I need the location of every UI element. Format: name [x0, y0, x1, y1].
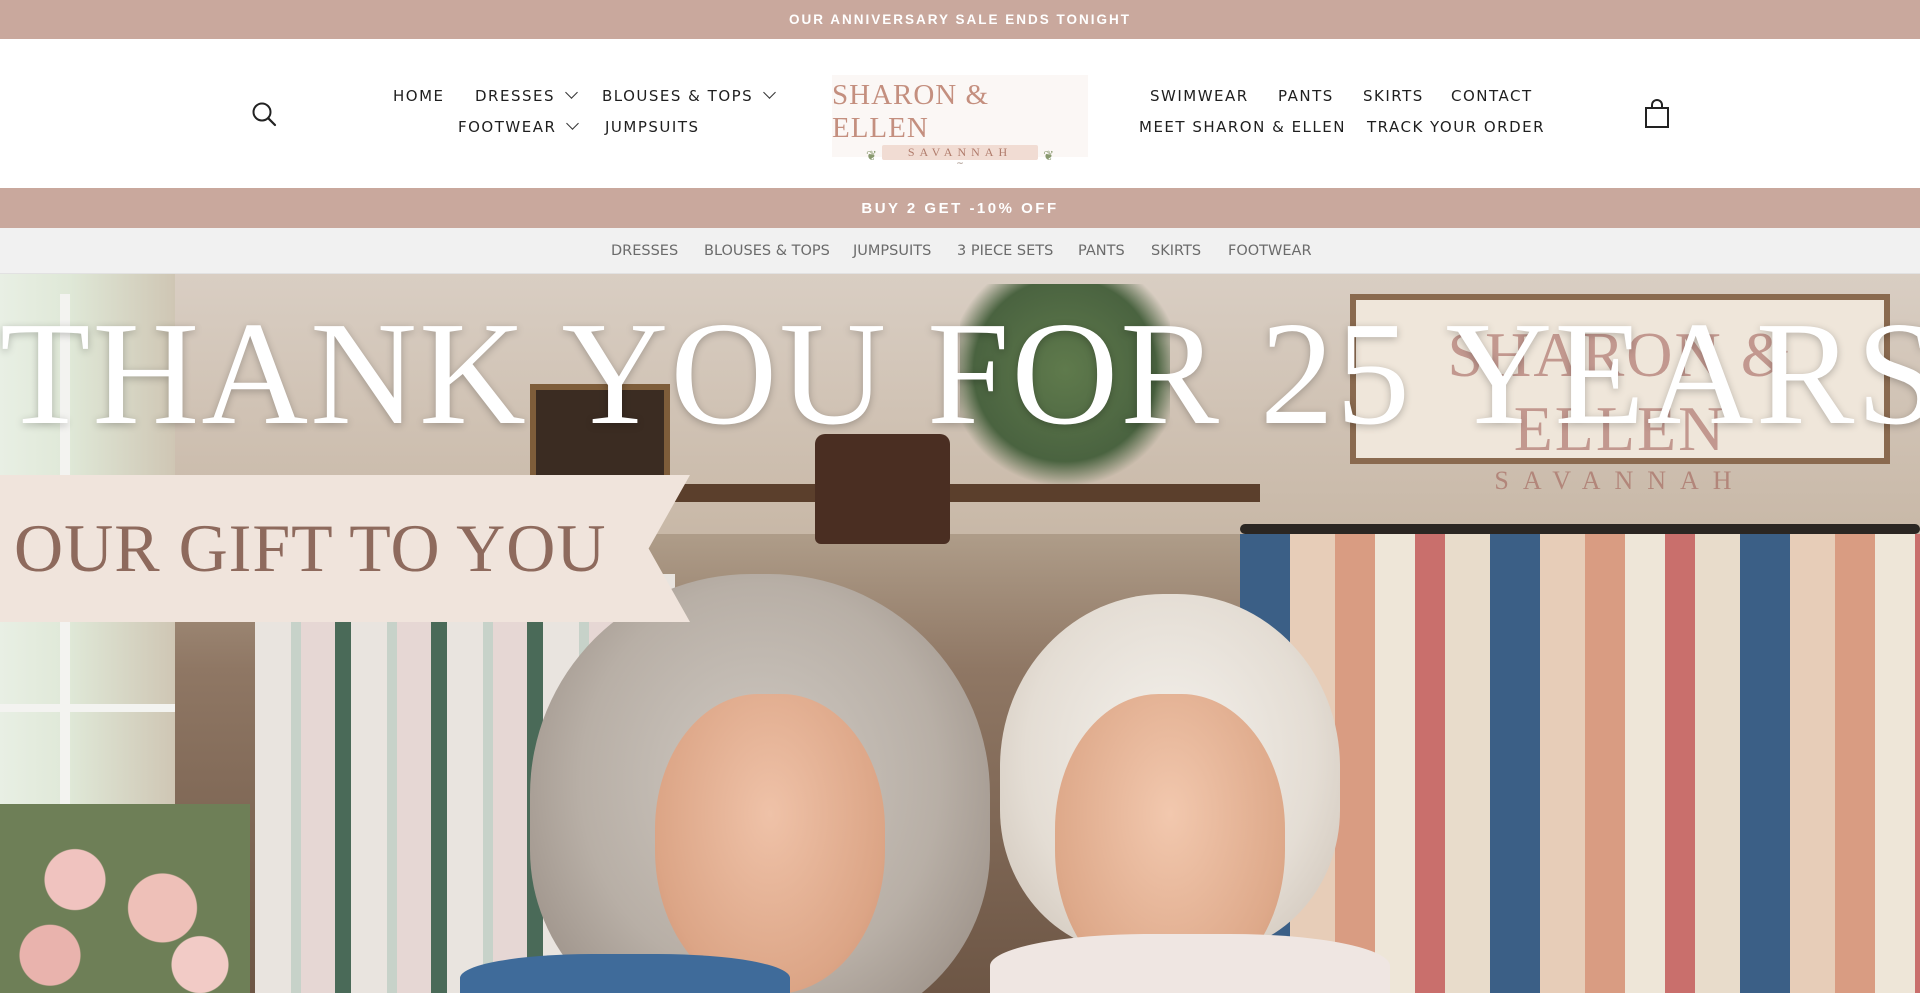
logo-title: SHARON & ELLEN [832, 79, 990, 144]
shopping-bag-icon[interactable] [1642, 98, 1672, 130]
nav-skirts-label: SKIRTS [1363, 87, 1424, 105]
leaf-icon: ❦ [866, 149, 877, 164]
nav-track-order[interactable]: TRACK YOUR ORDER [1367, 115, 1545, 139]
hero-roses [0, 804, 250, 993]
logo-subtitle: SAVANNAH [907, 145, 1013, 159]
nav-swimwear[interactable]: SWIMWEAR [1150, 84, 1249, 108]
nav-pants-label: PANTS [1278, 87, 1334, 105]
nav-swimwear-label: SWIMWEAR [1150, 87, 1249, 105]
nav-footwear[interactable]: FOOTWEAR [458, 115, 580, 139]
category-3-piece-sets[interactable]: 3 PIECE SETS [957, 228, 1053, 274]
hero-title: THANK YOU FOR 25 YEARS [0, 292, 1920, 456]
logo-ribbon: ❦ SAVANNAH ❦ [866, 145, 1054, 164]
category-bar: DRESSES BLOUSES & TOPS JUMPSUITS 3 PIECE… [0, 228, 1920, 274]
category-dresses[interactable]: DRESSES [611, 228, 678, 274]
hero-person-left-shirt [460, 954, 790, 993]
nav-footwear-label: FOOTWEAR [458, 118, 557, 136]
hero-person-right-shirt [990, 934, 1390, 993]
gift-banner: OUR GIFT TO YOU [0, 475, 690, 622]
nav-jumpsuits[interactable]: JUMPSUITS [605, 115, 700, 139]
nav-contact[interactable]: CONTACT [1451, 84, 1533, 108]
category-pants[interactable]: PANTS [1078, 228, 1125, 274]
announcement-bar: OUR ANNIVERSARY SALE ENDS TONIGHT [0, 0, 1920, 39]
nav-skirts[interactable]: SKIRTS [1363, 84, 1424, 108]
hero-sign-subtext: SAVANNAH [1494, 466, 1746, 495]
flourish-icon: ~ [956, 159, 964, 169]
nav-blouses-tops-label: BLOUSES & TOPS [602, 87, 754, 105]
hero-banner[interactable]: SHARON & ELLEN SAVANNAH THANK YOU FOR 25… [0, 274, 1920, 993]
nav-home-label: HOME [393, 87, 445, 105]
chevron-down-icon [566, 117, 580, 130]
nav-blouses-tops[interactable]: BLOUSES & TOPS [602, 84, 777, 108]
chevron-down-icon [565, 86, 578, 99]
nav-dresses-label: DRESSES [475, 87, 555, 105]
category-blouses-tops[interactable]: BLOUSES & TOPS [704, 228, 830, 274]
nav-meet-sharon-ellen[interactable]: MEET SHARON & ELLEN [1139, 115, 1346, 139]
nav-meet-label: MEET SHARON & ELLEN [1139, 118, 1346, 136]
site-header: HOME DRESSES BLOUSES & TOPS FOOTWEAR JUM… [0, 39, 1920, 188]
category-footwear[interactable]: FOOTWEAR [1228, 228, 1312, 274]
hero-clothing-rail [1240, 524, 1920, 534]
nav-dresses[interactable]: DRESSES [475, 84, 578, 108]
nav-home[interactable]: HOME [393, 84, 445, 108]
hero-person-left-face [655, 694, 885, 993]
hero-clothes-right [1240, 534, 1920, 993]
leaf-icon: ❦ [1043, 149, 1054, 164]
window-frame [0, 704, 175, 712]
promo-bar: BUY 2 GET -10% OFF [0, 188, 1920, 228]
gift-banner-text: OUR GIFT TO YOU [14, 510, 607, 586]
promo-text: BUY 2 GET -10% OFF [861, 199, 1059, 217]
nav-jumpsuits-label: JUMPSUITS [605, 118, 700, 136]
chevron-down-icon [763, 86, 777, 99]
nav-contact-label: CONTACT [1451, 87, 1533, 105]
site-logo[interactable]: SHARON & ELLEN ❦ SAVANNAH ❦ ~ [832, 75, 1088, 169]
category-jumpsuits[interactable]: JUMPSUITS [853, 228, 931, 274]
category-skirts[interactable]: SKIRTS [1151, 228, 1201, 274]
nav-pants[interactable]: PANTS [1278, 84, 1334, 108]
search-icon[interactable] [249, 99, 279, 129]
announcement-text: OUR ANNIVERSARY SALE ENDS TONIGHT [788, 12, 1132, 27]
nav-track-label: TRACK YOUR ORDER [1367, 118, 1546, 136]
